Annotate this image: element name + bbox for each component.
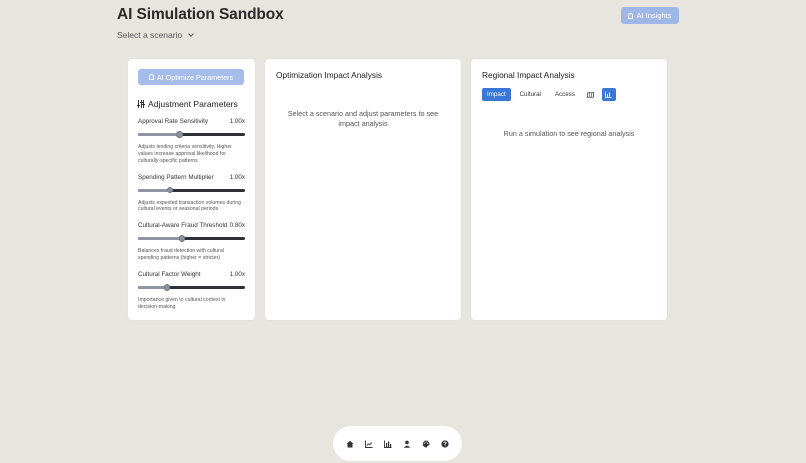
- parameter-spending-pattern: Spending Pattern Multiplier 1.00x Adjust…: [138, 174, 245, 214]
- empty-state-message: Select a scenario and adjust parameters …: [287, 109, 439, 129]
- bottom-navigation: [333, 426, 462, 461]
- ai-optimize-label: AI Optimize Parameters: [156, 72, 234, 82]
- chart-view-button[interactable]: [601, 88, 616, 101]
- parameter-description: Importance given to cultural context in …: [138, 297, 226, 310]
- parameter-label: Cultural Factor Weight: [138, 271, 201, 279]
- parameter-value: 0.80x: [229, 222, 245, 230]
- help-icon: [440, 439, 449, 448]
- section-heading: Adjustment Parameters: [137, 99, 245, 109]
- panel-title: Optimization Impact Analysis: [276, 70, 383, 80]
- ai-optimize-button[interactable]: AI Optimize Parameters: [138, 69, 244, 85]
- parameter-fraud-threshold: Cultural-Aware Fraud Threshold 0.80x Bal…: [138, 222, 245, 262]
- lightbulb-icon: [148, 74, 154, 80]
- parameters-panel: AI Optimize Parameters Adjustment Parame…: [128, 59, 255, 320]
- map-icon: [587, 91, 595, 98]
- slider-thumb[interactable]: [176, 131, 183, 138]
- line-chart-icon: [365, 440, 373, 448]
- section-title: Adjustment Parameters: [148, 99, 238, 109]
- parameter-approval-rate: Approval Rate Sensitivity 1.00x Adjusts …: [138, 118, 245, 165]
- parameter-slider[interactable]: [138, 186, 245, 194]
- parameter-slider[interactable]: [138, 131, 245, 138]
- parameter-description: Adjusts expected transaction volumes dur…: [138, 199, 241, 213]
- nav-home[interactable]: [344, 438, 356, 450]
- parameter-slider[interactable]: [138, 235, 245, 242]
- tab-bar: Impact Cultural Access: [482, 88, 656, 101]
- ai-insights-label: AI Insights: [636, 11, 672, 20]
- scenario-select-label: Select a scenario: [117, 30, 183, 40]
- parameter-description: Balances fraud detection with cultural s…: [138, 248, 224, 262]
- user-icon: [403, 440, 411, 448]
- tab-cultural[interactable]: Cultural: [514, 88, 546, 101]
- parameter-value: 1.00x: [229, 271, 245, 279]
- nav-profile[interactable]: [401, 438, 413, 450]
- scenario-select[interactable]: Select a scenario: [117, 30, 679, 40]
- bar-chart-icon: [605, 91, 612, 98]
- parameter-label: Spending Pattern Multiplier: [138, 173, 214, 181]
- tab-access[interactable]: Access: [549, 88, 580, 101]
- parameter-value: 1.00x: [229, 118, 245, 125]
- nav-analytics[interactable]: [382, 438, 394, 450]
- parameter-label: Approval Rate Sensitivity: [138, 118, 208, 125]
- nav-theme[interactable]: [420, 438, 432, 450]
- nav-help[interactable]: [439, 438, 451, 450]
- parameter-value: 1.00x: [229, 173, 245, 181]
- parameter-description: Adjusts lending criteria sensitivity. Hi…: [138, 144, 232, 164]
- empty-state-message: Run a simulation to see regional analysi…: [503, 129, 635, 138]
- page-header: AI Simulation Sandbox Select a scenario …: [117, 6, 679, 42]
- bar-chart-icon: [384, 440, 392, 448]
- sliders-icon: [137, 100, 145, 108]
- tab-impact[interactable]: Impact: [482, 88, 511, 101]
- ai-insights-button[interactable]: AI Insights: [621, 7, 679, 24]
- chevron-down-icon: [188, 30, 195, 37]
- slider-thumb[interactable]: [178, 235, 186, 242]
- nav-trends[interactable]: [363, 438, 375, 450]
- palette-icon: [422, 440, 430, 448]
- parameter-slider[interactable]: [138, 284, 245, 291]
- optimization-impact-panel: Optimization Impact Analysis Select a sc…: [265, 59, 461, 320]
- slider-thumb[interactable]: [166, 186, 174, 194]
- map-view-button[interactable]: [584, 88, 598, 101]
- lightbulb-icon: [628, 12, 634, 19]
- regional-impact-panel: Regional Impact Analysis Impact Cultural…: [471, 59, 667, 320]
- slider-thumb[interactable]: [163, 284, 171, 291]
- panel-title: Regional Impact Analysis: [482, 70, 575, 80]
- home-icon: [346, 440, 354, 447]
- parameter-cultural-weight: Cultural Factor Weight 1.00x Importance …: [138, 271, 245, 311]
- parameter-label: Cultural-Aware Fraud Threshold: [138, 222, 228, 230]
- page-title: AI Simulation Sandbox: [117, 6, 284, 23]
